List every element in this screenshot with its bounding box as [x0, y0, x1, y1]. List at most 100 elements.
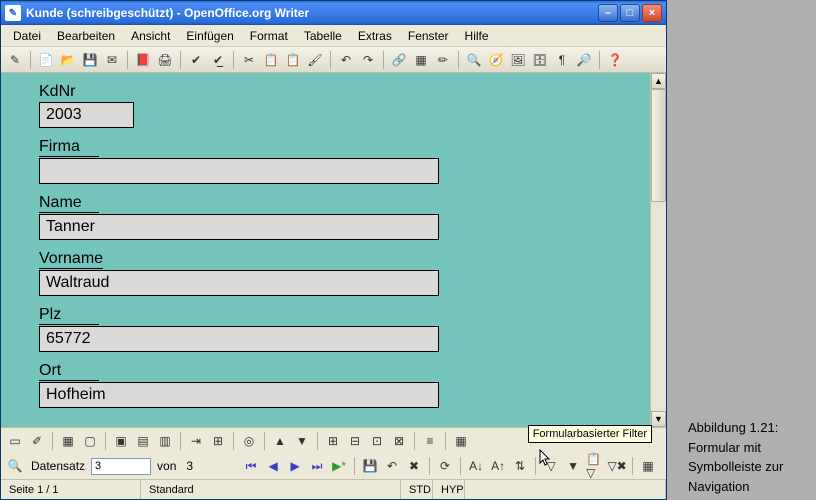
- application-window: ✎ Kunde (schreibgeschützt) - OpenOffice.…: [0, 0, 667, 500]
- tab-icon[interactable]: ⇥: [186, 431, 206, 451]
- form-icon[interactable]: ▢: [80, 431, 100, 451]
- input-firma[interactable]: [39, 158, 439, 184]
- label-vorname: Vorname: [39, 250, 103, 269]
- nonprinting-icon[interactable]: ¶: [552, 50, 572, 70]
- copy-icon[interactable]: 📋: [261, 50, 281, 70]
- sort-desc-icon[interactable]: A↑: [488, 456, 508, 476]
- separator: [599, 51, 600, 69]
- maximize-button[interactable]: □: [620, 4, 640, 22]
- label-plz: Plz: [39, 306, 99, 325]
- auto-focus-icon[interactable]: ◎: [239, 431, 259, 451]
- help-icon[interactable]: ❓: [605, 50, 625, 70]
- input-vorname[interactable]: Waltraud: [39, 270, 439, 296]
- control-icon[interactable]: ▦: [58, 431, 78, 451]
- open-icon[interactable]: 📂: [58, 50, 78, 70]
- input-name[interactable]: Tanner: [39, 214, 439, 240]
- record-label: Datensatz: [27, 459, 89, 473]
- sort-asc-icon[interactable]: A↓: [466, 456, 486, 476]
- autofilter-icon[interactable]: ▽: [541, 456, 561, 476]
- sort-icon[interactable]: ⇅: [510, 456, 530, 476]
- ungroup-icon[interactable]: ⊟: [345, 431, 365, 451]
- minimize-button[interactable]: –: [598, 4, 618, 22]
- data-source-icon[interactable]: ▦: [638, 456, 658, 476]
- select-icon[interactable]: ▭: [5, 431, 25, 451]
- field-vorname: Vorname Waltraud: [39, 250, 650, 296]
- table-icon[interactable]: ▦: [411, 50, 431, 70]
- input-ort[interactable]: Hofheim: [39, 382, 439, 408]
- status-std[interactable]: STD: [401, 480, 433, 499]
- save-icon[interactable]: 💾: [80, 50, 100, 70]
- menu-einfuegen[interactable]: Einfügen: [178, 27, 241, 45]
- exit-group-icon[interactable]: ⊠: [389, 431, 409, 451]
- save-record-icon[interactable]: 💾: [360, 456, 380, 476]
- scroll-down-icon[interactable]: ▼: [651, 411, 666, 427]
- record-number-input[interactable]: [91, 458, 151, 475]
- gallery-icon[interactable]: 🖼: [508, 50, 528, 70]
- add-field-icon[interactable]: ▥: [155, 431, 175, 451]
- form-filter-icon[interactable]: 📋▽: [585, 456, 605, 476]
- delete-record-icon[interactable]: ✖: [404, 456, 424, 476]
- enter-group-icon[interactable]: ⊡: [367, 431, 387, 451]
- status-empty: [465, 480, 666, 499]
- activation-icon[interactable]: ▤: [133, 431, 153, 451]
- menu-hilfe[interactable]: Hilfe: [457, 27, 497, 45]
- auto-spellcheck-icon[interactable]: ✔̲: [208, 50, 228, 70]
- hyperlink-icon[interactable]: 🔗: [389, 50, 409, 70]
- next-record-icon[interactable]: ▶: [285, 456, 305, 476]
- menu-format[interactable]: Format: [242, 27, 296, 45]
- align-icon[interactable]: ≡: [420, 431, 440, 451]
- export-pdf-icon[interactable]: 📕: [133, 50, 153, 70]
- caption-line: Abbildung 1.21:: [688, 418, 783, 438]
- zoom-icon[interactable]: 🔎: [574, 50, 594, 70]
- paintbrush-icon[interactable]: 🖌: [305, 50, 325, 70]
- open-design-icon[interactable]: ⊞: [208, 431, 228, 451]
- remove-filter-icon[interactable]: ▽✖: [607, 456, 627, 476]
- datasources-icon[interactable]: 🗄: [530, 50, 550, 70]
- first-record-icon[interactable]: ⏮: [241, 456, 261, 476]
- undo-record-icon[interactable]: ↶: [382, 456, 402, 476]
- menu-tabelle[interactable]: Tabelle: [296, 27, 350, 45]
- status-hyp[interactable]: HYP: [433, 480, 465, 499]
- document-canvas[interactable]: KdNr 2003 Firma Name Tanner Vorname Walt…: [1, 73, 650, 427]
- scroll-up-icon[interactable]: ▲: [651, 73, 666, 89]
- spellcheck-icon[interactable]: ✔: [186, 50, 206, 70]
- menu-fenster[interactable]: Fenster: [400, 27, 457, 45]
- print-icon[interactable]: 🖨: [155, 50, 175, 70]
- edit-icon[interactable]: ✎: [5, 50, 25, 70]
- find-icon[interactable]: 🔍: [464, 50, 484, 70]
- show-draw-icon[interactable]: ✏: [433, 50, 453, 70]
- scroll-track[interactable]: [651, 89, 666, 411]
- bring-front-icon[interactable]: ▲: [270, 431, 290, 451]
- separator: [632, 457, 633, 475]
- undo-icon[interactable]: ↶: [336, 50, 356, 70]
- grid-icon[interactable]: ▦: [451, 431, 471, 451]
- group-icon[interactable]: ⊞: [323, 431, 343, 451]
- cut-icon[interactable]: ✂: [239, 50, 259, 70]
- app-icon: ✎: [5, 5, 21, 21]
- input-kdnr[interactable]: 2003: [39, 102, 134, 128]
- navigator-icon[interactable]: 🧭: [486, 50, 506, 70]
- refresh-icon[interactable]: ⟳: [435, 456, 455, 476]
- mail-icon[interactable]: ✉: [102, 50, 122, 70]
- menu-ansicht[interactable]: Ansicht: [123, 27, 178, 45]
- vertical-scrollbar[interactable]: ▲ ▼: [650, 73, 666, 427]
- position-icon[interactable]: ▣: [111, 431, 131, 451]
- find-record-icon[interactable]: 🔍: [5, 456, 25, 476]
- menu-datei[interactable]: Datei: [5, 27, 49, 45]
- separator: [180, 432, 181, 450]
- close-button[interactable]: ×: [642, 4, 662, 22]
- paste-icon[interactable]: 📋: [283, 50, 303, 70]
- redo-icon[interactable]: ↷: [358, 50, 378, 70]
- new-record-icon[interactable]: ▶*: [329, 456, 349, 476]
- status-page: Seite 1 / 1: [1, 480, 141, 499]
- design-mode-icon[interactable]: ✐: [27, 431, 47, 451]
- menu-extras[interactable]: Extras: [350, 27, 400, 45]
- apply-filter-icon[interactable]: ▼: [563, 456, 583, 476]
- new-icon[interactable]: 📄: [36, 50, 56, 70]
- menu-bearbeiten[interactable]: Bearbeiten: [49, 27, 123, 45]
- input-plz[interactable]: 65772: [39, 326, 439, 352]
- scroll-thumb[interactable]: [651, 89, 666, 202]
- send-back-icon[interactable]: ▼: [292, 431, 312, 451]
- prev-record-icon[interactable]: ◀: [263, 456, 283, 476]
- last-record-icon[interactable]: ⏭: [307, 456, 327, 476]
